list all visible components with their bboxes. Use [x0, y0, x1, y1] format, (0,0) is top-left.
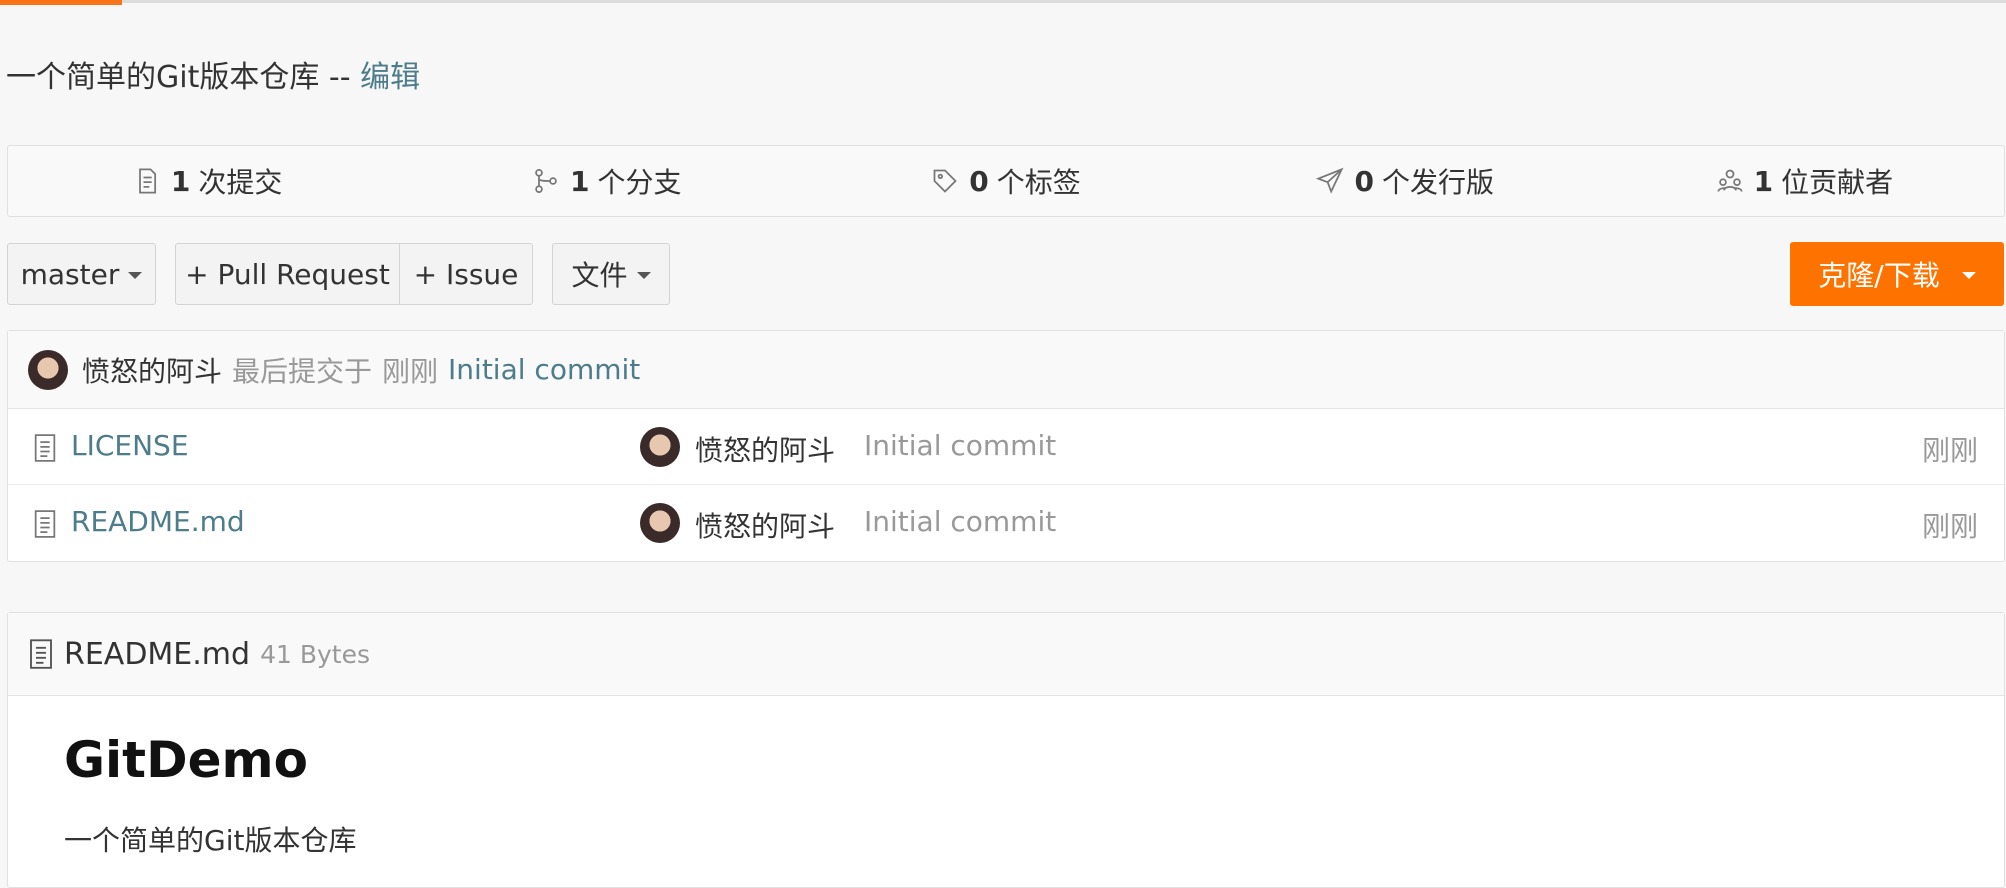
releases-label: 个发行版 — [1381, 166, 1494, 199]
stat-tags[interactable]: 0 个标签 — [806, 161, 1205, 201]
readme-panel: README.md 41 Bytes GitDemo 一个简单的Git版本仓库 — [7, 612, 2005, 888]
tags-count: 0 — [969, 164, 989, 198]
file-author[interactable]: 愤怒的阿斗 — [695, 505, 835, 545]
active-tab-indicator — [0, 0, 122, 5]
branch-icon — [535, 169, 557, 193]
latest-commit-bar: 愤怒的阿斗 最后提交于 刚刚 Initial commit — [8, 331, 2004, 409]
readme-heading: GitDemo — [64, 731, 308, 789]
stat-releases[interactable]: 0 个发行版 — [1206, 161, 1605, 201]
readme-header: README.md 41 Bytes — [8, 613, 2004, 696]
header-divider — [0, 0, 2006, 3]
releases-count: 0 — [1354, 164, 1374, 198]
commits-count: 1 — [170, 164, 191, 198]
stat-commits[interactable]: 1 次提交 — [8, 161, 407, 201]
file-menu-button[interactable]: 文件 — [552, 243, 670, 305]
commit-time: 刚刚 — [382, 354, 439, 388]
stat-contributors[interactable]: 1 位贡献者 — [1605, 161, 2004, 201]
branches-label: 个分支 — [597, 166, 682, 199]
readme-file-icon — [30, 639, 52, 669]
file-name-link[interactable]: LICENSE — [71, 429, 189, 462]
file-commit-time: 刚刚 — [1921, 510, 1978, 543]
branch-select-label: master — [20, 257, 120, 291]
issue-label: + Issue — [413, 257, 519, 291]
edit-description-link[interactable]: 编辑 — [360, 60, 420, 95]
commit-icon — [138, 168, 156, 194]
commit-message-link[interactable]: Initial commit — [448, 353, 640, 386]
clone-download-label: 克隆/下载 — [1818, 259, 1940, 292]
commits-label: 次提交 — [198, 166, 283, 199]
table-row: LICENSE 愤怒的阿斗 Initial commit 刚刚 — [8, 409, 2004, 485]
tags-label: 个标签 — [996, 166, 1081, 199]
contributors-label: 位贡献者 — [1781, 166, 1894, 199]
avatar[interactable] — [28, 349, 68, 390]
file-name-link[interactable]: README.md — [71, 505, 245, 538]
repo-description-text: 一个简单的Git版本仓库 -- — [6, 60, 351, 95]
file-commit-message[interactable]: Initial commit — [864, 505, 1056, 538]
release-icon — [1316, 167, 1344, 194]
table-row: README.md 愤怒的阿斗 Initial commit 刚刚 — [8, 485, 2004, 561]
contributors-icon — [1717, 169, 1743, 192]
readme-filename: README.md — [64, 636, 251, 672]
stat-branches[interactable]: 1 个分支 — [407, 161, 806, 201]
readme-size: 41 Bytes — [260, 639, 370, 669]
file-list: 愤怒的阿斗 最后提交于 刚刚 Initial commit LICENSE 愤怒… — [7, 330, 2005, 562]
tag-icon — [933, 169, 957, 193]
repo-stats-bar: 1 次提交 1 个分支 0 个标签 0 个发行版 1 位贡献者 — [7, 145, 2005, 217]
repo-description: 一个简单的Git版本仓库 -- 编辑 — [6, 52, 420, 96]
clone-download-button[interactable]: 克隆/下载 — [1790, 242, 2004, 306]
avatar[interactable] — [640, 427, 680, 467]
file-author[interactable]: 愤怒的阿斗 — [695, 429, 835, 469]
file-icon — [34, 434, 56, 462]
branch-select[interactable]: master — [7, 243, 156, 305]
chevron-down-icon — [636, 272, 651, 279]
commit-prefix: 最后提交于 — [232, 354, 373, 388]
contributors-count: 1 — [1753, 164, 1774, 198]
file-commit-time: 刚刚 — [1921, 434, 1978, 467]
issue-button[interactable]: + Issue — [399, 243, 533, 305]
chevron-down-icon — [128, 272, 143, 279]
avatar[interactable] — [640, 503, 680, 543]
file-commit-message[interactable]: Initial commit — [864, 429, 1056, 462]
file-icon — [34, 510, 56, 538]
chevron-down-icon — [1961, 272, 1976, 279]
readme-body: 一个简单的Git版本仓库 — [64, 824, 357, 857]
pull-request-label: + Pull Request — [185, 257, 390, 291]
pull-request-button[interactable]: + Pull Request — [175, 243, 400, 305]
file-menu-label: 文件 — [571, 259, 628, 292]
commit-author[interactable]: 愤怒的阿斗 — [82, 350, 222, 390]
branches-count: 1 — [570, 164, 590, 198]
